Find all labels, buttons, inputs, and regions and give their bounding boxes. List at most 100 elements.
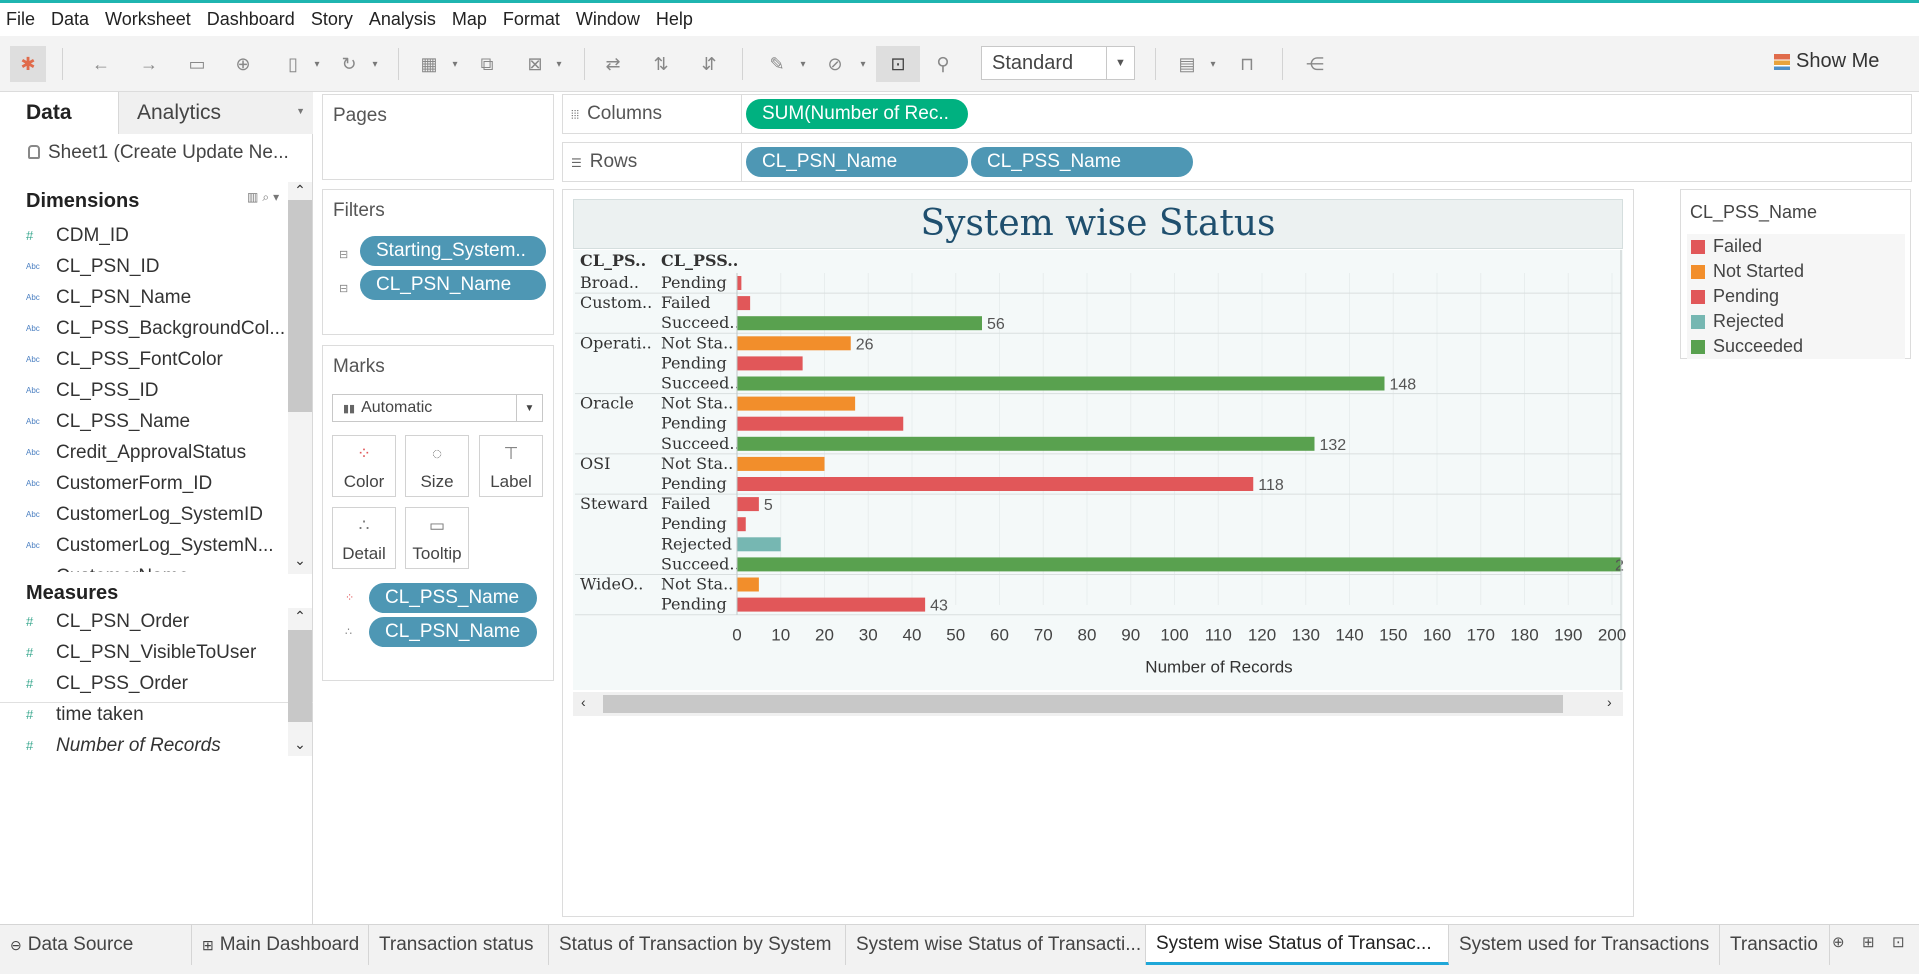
dimensions-scrollbar[interactable]: ⌃ ⌄ xyxy=(288,182,312,574)
measure-field[interactable]: # CL_PSS_Order xyxy=(26,668,286,699)
menu-story[interactable]: Story xyxy=(311,9,353,30)
marks-pill-cl-psn-name[interactable]: CL_PSN_Name xyxy=(369,617,537,647)
new-story-tab-icon[interactable]: ⊡ xyxy=(1892,933,1905,951)
rows-pill-cl-psn-name[interactable]: CL_PSN_Name xyxy=(746,147,968,177)
datasource-item[interactable]: Sheet1 (Create Update Ne... xyxy=(28,142,289,164)
bar[interactable] xyxy=(737,436,1315,451)
dimension-field[interactable]: Abc CustomerLog_SystemN... xyxy=(26,530,286,561)
scroll-left-icon[interactable]: ‹ xyxy=(581,694,586,710)
measures-scrollbar[interactable]: ⌃ ⌄ xyxy=(288,608,312,756)
presentation-mode-icon[interactable]: ⊓ xyxy=(1232,46,1262,82)
dimension-field[interactable]: Abc CL_PSS_Name xyxy=(26,406,286,437)
menu-help[interactable]: Help xyxy=(656,9,693,30)
bar[interactable] xyxy=(737,416,904,431)
dimension-field[interactable]: Abc CL_PSN_Name xyxy=(26,282,286,313)
sheet-tab[interactable]: System wise Status of Transac... xyxy=(1146,925,1449,965)
dimension-field[interactable]: Abc CL_PSS_FontColor xyxy=(26,344,286,375)
bar[interactable] xyxy=(737,517,746,532)
legend-item[interactable]: Not Started xyxy=(1687,259,1905,284)
sheet-tab[interactable]: ⊖ Data Source xyxy=(0,925,192,965)
sheet-tab[interactable]: Status of Transaction by System xyxy=(549,925,846,965)
tab-data[interactable]: Data xyxy=(0,92,118,134)
menu-map[interactable]: Map xyxy=(452,9,487,30)
pause-updates-dropdown[interactable]: ▾ xyxy=(310,46,324,82)
scrollbar-thumb[interactable] xyxy=(288,630,312,722)
dimension-field[interactable]: Abc CL_PSN_ID xyxy=(26,251,286,282)
chevron-down-icon[interactable]: ▼ xyxy=(296,106,305,116)
menu-window[interactable]: Window xyxy=(576,9,640,30)
marks-size-button[interactable]: ◌ Size xyxy=(405,435,469,497)
bar[interactable] xyxy=(737,376,1385,391)
filter-pill-starting-system[interactable]: Starting_System.. xyxy=(360,236,546,266)
legend-item[interactable]: Succeeded xyxy=(1687,334,1905,359)
scrollbar-thumb[interactable] xyxy=(288,200,312,412)
pause-updates-icon[interactable]: ▯ xyxy=(278,46,308,82)
redo-icon[interactable]: → xyxy=(134,46,164,82)
view-horizontal-scrollbar[interactable]: ‹ › xyxy=(573,692,1623,716)
bar[interactable] xyxy=(737,356,803,371)
new-datasource-icon[interactable]: ⊕ xyxy=(228,46,258,82)
columns-shelf[interactable]: ⦙⦙⦙ Columns SUM(Number of Rec.. xyxy=(562,94,1912,134)
measure-field[interactable]: # CL_PSN_Order xyxy=(26,606,286,637)
sheet-tab[interactable]: Transactio xyxy=(1720,925,1830,965)
share-icon[interactable]: ⋲ xyxy=(1300,46,1330,82)
sort-ascending-icon[interactable]: ⇅ xyxy=(646,46,676,82)
show-mark-labels-icon[interactable]: ⊡ xyxy=(876,46,920,82)
highlight-dropdown[interactable]: ▾ xyxy=(796,46,810,82)
columns-pill-sum-records[interactable]: SUM(Number of Rec.. xyxy=(746,99,968,129)
show-me-button[interactable]: Show Me xyxy=(1774,50,1879,73)
new-worksheet-dropdown[interactable]: ▾ xyxy=(448,46,462,82)
marks-detail-button[interactable]: ∴ Detail xyxy=(332,507,396,569)
refresh-dropdown[interactable]: ▾ xyxy=(368,46,382,82)
scroll-up-icon[interactable]: ⌃ xyxy=(288,182,312,199)
chevron-down-icon[interactable]: ▾ xyxy=(273,190,283,204)
new-worksheet-tab-icon[interactable]: ⊕ xyxy=(1832,933,1845,951)
bar[interactable] xyxy=(737,456,825,471)
dimension-field[interactable]: # CDM_ID xyxy=(26,220,286,251)
marks-color-button[interactable]: ⁘ Color xyxy=(332,435,396,497)
dimension-field[interactable]: Abc CL_PSS_BackgroundCol... xyxy=(26,313,286,344)
bar[interactable] xyxy=(737,537,781,552)
sheet-tab[interactable]: Transaction status xyxy=(369,925,549,965)
bar[interactable] xyxy=(737,597,926,612)
measure-field[interactable]: # time taken xyxy=(26,699,286,730)
fit-select[interactable]: Standard ▼ xyxy=(981,46,1135,80)
rows-pill-cl-pss-name[interactable]: CL_PSS_Name xyxy=(971,147,1193,177)
search-icon[interactable]: ⌕ xyxy=(262,190,273,204)
dimension-field[interactable]: Abc Credit_ApprovalStatus xyxy=(26,437,286,468)
dimension-field[interactable]: Abc CustomerForm_ID xyxy=(26,468,286,499)
dimension-field[interactable]: AbcCustomerName xyxy=(26,561,286,573)
bar[interactable] xyxy=(737,336,851,351)
undo-icon[interactable]: ← xyxy=(86,46,116,82)
refresh-icon[interactable]: ↻ xyxy=(334,46,364,82)
menu-worksheet[interactable]: Worksheet xyxy=(105,9,191,30)
dimension-field[interactable]: Abc CL_PSS_ID xyxy=(26,375,286,406)
new-worksheet-icon[interactable]: ▦ xyxy=(414,46,444,82)
show-cards-dropdown[interactable]: ▾ xyxy=(1206,46,1220,82)
bar[interactable] xyxy=(737,296,751,311)
sheet-tab[interactable]: System wise Status of Transacti... xyxy=(846,925,1146,965)
group-members-icon[interactable]: ⊘ xyxy=(820,46,850,82)
tab-analytics[interactable]: Analytics ▼ xyxy=(118,92,313,134)
marks-pill-cl-pss-name[interactable]: CL_PSS_Name xyxy=(369,583,537,613)
bar[interactable] xyxy=(737,577,759,592)
bar[interactable] xyxy=(737,477,1254,491)
menu-analysis[interactable]: Analysis xyxy=(369,9,436,30)
sheet-tab[interactable]: ⊞ Main Dashboard xyxy=(192,925,369,965)
new-dashboard-tab-icon[interactable]: ⊞ xyxy=(1862,933,1875,951)
scroll-up-icon[interactable]: ⌃ xyxy=(288,608,312,625)
mark-type-select[interactable]: ▮▮ Automatic ▼ xyxy=(332,394,543,422)
measure-field[interactable]: # CL_PSN_VisibleToUser xyxy=(26,637,286,668)
bar[interactable] xyxy=(737,316,982,331)
scroll-down-icon[interactable]: ⌄ xyxy=(288,736,312,753)
sort-descending-icon[interactable]: ⇵ xyxy=(694,46,724,82)
scroll-down-icon[interactable]: ⌄ xyxy=(288,552,312,569)
dimension-field[interactable]: Abc CustomerLog_SystemID xyxy=(26,499,286,530)
bar[interactable] xyxy=(737,396,856,411)
menu-file[interactable]: File xyxy=(6,9,35,30)
rows-shelf[interactable]: ☰ Rows CL_PSN_Name CL_PSS_Name xyxy=(562,142,1912,182)
tableau-logo-icon[interactable]: ✱ xyxy=(10,46,46,82)
menu-format[interactable]: Format xyxy=(503,9,560,30)
show-cards-icon[interactable]: ▤ xyxy=(1172,46,1202,82)
legend-item[interactable]: Failed xyxy=(1687,234,1905,259)
